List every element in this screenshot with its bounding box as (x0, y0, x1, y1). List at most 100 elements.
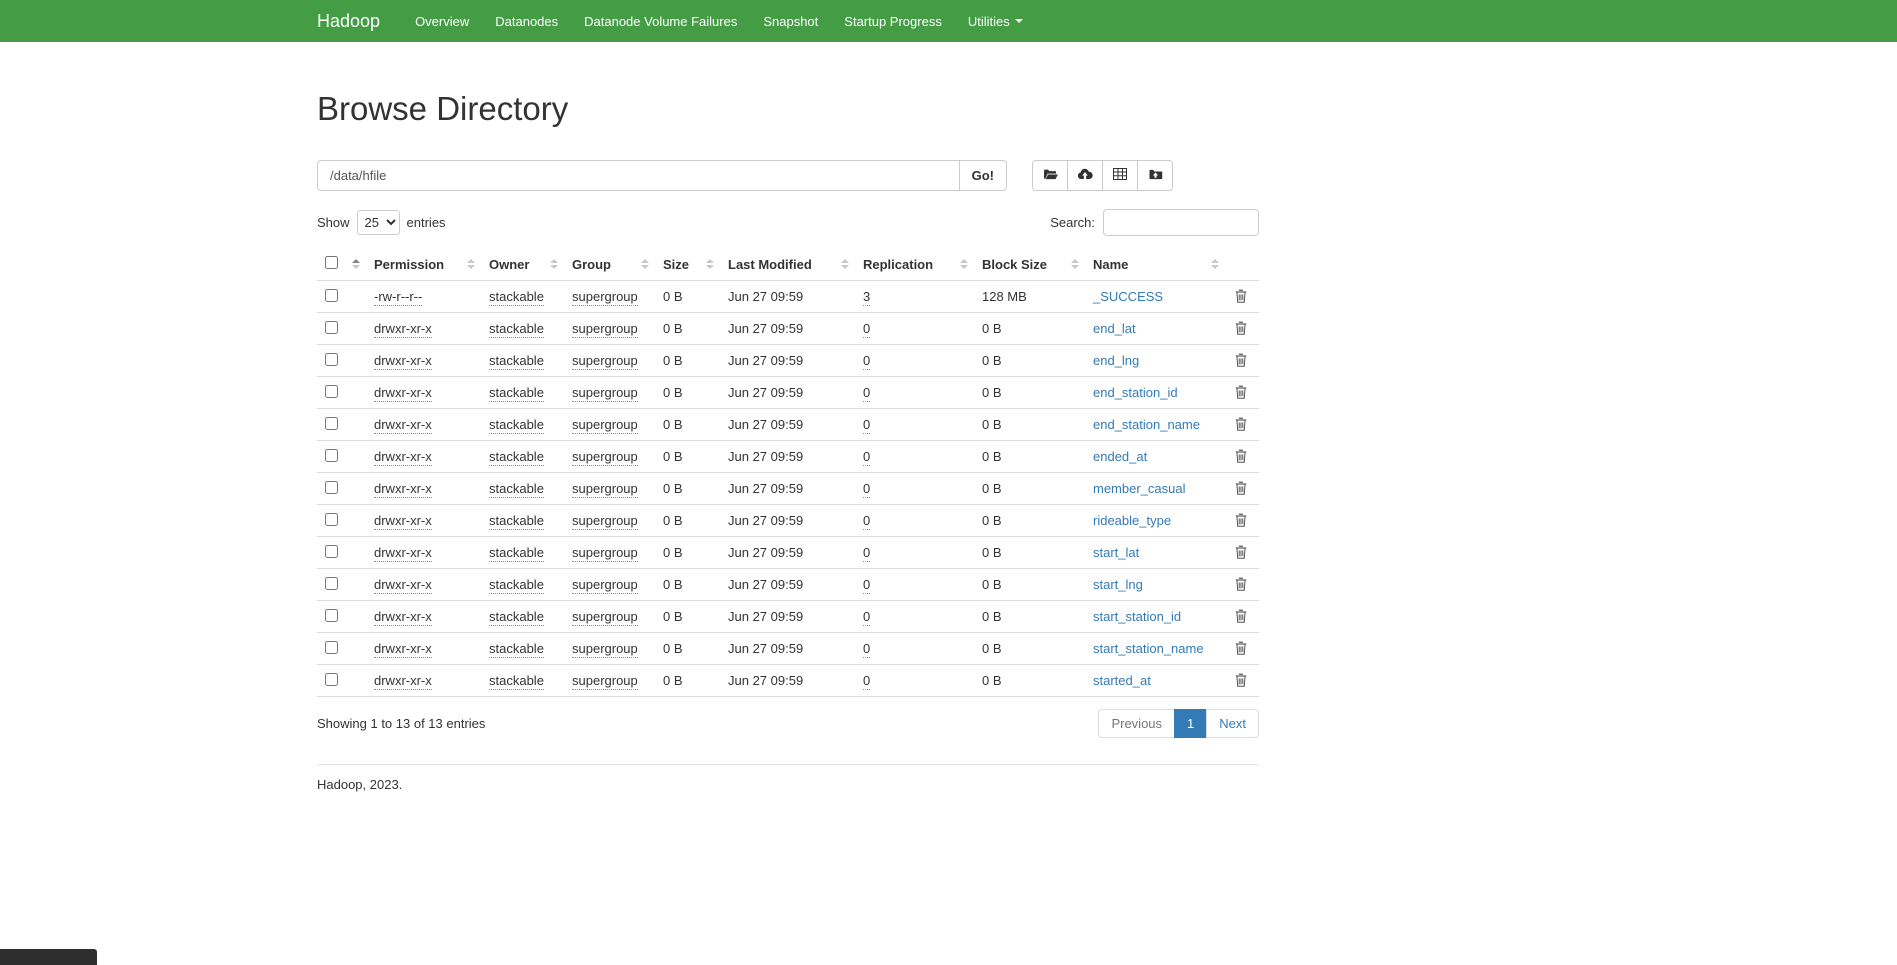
row-checkbox[interactable] (325, 673, 338, 686)
header-permission[interactable]: Permission (366, 248, 481, 281)
size-cell: 0 B (655, 345, 720, 377)
directory-path-input[interactable] (317, 160, 960, 191)
file-name-link[interactable]: start_station_id (1093, 609, 1181, 624)
header-block-size[interactable]: Block Size (974, 248, 1085, 281)
group-cell: supergroup (572, 673, 638, 690)
trash-icon (1235, 387, 1247, 402)
file-name-link[interactable]: end_lat (1093, 321, 1136, 336)
move-button[interactable] (1137, 160, 1173, 191)
page-size-select[interactable]: 25 (357, 210, 400, 235)
delete-button[interactable] (1233, 447, 1249, 465)
grid-icon (1113, 168, 1127, 183)
size-cell: 0 B (655, 313, 720, 345)
sort-icon (706, 259, 714, 269)
owner-cell: stackable (489, 545, 544, 562)
block-size-cell: 128 MB (974, 281, 1085, 313)
header-last-modified[interactable]: Last Modified (720, 248, 855, 281)
go-button[interactable]: Go! (959, 160, 1007, 191)
delete-button[interactable] (1233, 351, 1249, 369)
nav-snapshot[interactable]: Snapshot (750, 0, 831, 42)
file-name-link[interactable]: rideable_type (1093, 513, 1171, 528)
delete-button[interactable] (1233, 543, 1249, 561)
last-modified-cell: Jun 27 09:59 (720, 441, 855, 473)
group-cell: supergroup (572, 321, 638, 338)
nav-startup-progress[interactable]: Startup Progress (831, 0, 955, 42)
nav-overview[interactable]: Overview (402, 0, 482, 42)
block-size-cell: 0 B (974, 537, 1085, 569)
create-directory-button[interactable] (1032, 160, 1068, 191)
group-cell: supergroup (572, 609, 638, 626)
header-group[interactable]: Group (564, 248, 655, 281)
row-checkbox[interactable] (325, 577, 338, 590)
replication-cell: 0 (863, 577, 870, 594)
replication-cell: 3 (863, 289, 870, 306)
replication-cell: 0 (863, 417, 870, 434)
row-checkbox[interactable] (325, 321, 338, 334)
pagination-previous[interactable]: Previous (1098, 709, 1175, 738)
nav-datanodes[interactable]: Datanodes (482, 0, 571, 42)
group-cell: supergroup (572, 289, 638, 306)
header-name[interactable]: Name (1085, 248, 1225, 281)
file-name-link[interactable]: _SUCCESS (1093, 289, 1163, 304)
delete-button[interactable] (1233, 479, 1249, 497)
brand-hadoop[interactable]: Hadoop (317, 11, 380, 32)
last-modified-cell: Jun 27 09:59 (720, 409, 855, 441)
permission-cell: drwxr-xr-x (374, 449, 432, 466)
permission-cell: drwxr-xr-x (374, 513, 432, 530)
row-checkbox[interactable] (325, 289, 338, 302)
row-checkbox[interactable] (325, 513, 338, 526)
delete-button[interactable] (1233, 671, 1249, 689)
header-owner[interactable]: Owner (481, 248, 564, 281)
row-checkbox[interactable] (325, 417, 338, 430)
delete-button[interactable] (1233, 383, 1249, 401)
pagination-next[interactable]: Next (1207, 709, 1259, 738)
file-name-link[interactable]: start_lat (1093, 545, 1139, 560)
delete-button[interactable] (1233, 607, 1249, 625)
file-name-link[interactable]: ended_at (1093, 449, 1147, 464)
file-name-link[interactable]: end_station_id (1093, 385, 1178, 400)
owner-cell: stackable (489, 673, 544, 690)
pagination-page-1[interactable]: 1 (1175, 709, 1207, 738)
file-name-link[interactable]: start_station_name (1093, 641, 1204, 656)
row-checkbox[interactable] (325, 545, 338, 558)
row-checkbox[interactable] (325, 641, 338, 654)
navbar: Hadoop Overview Datanodes Datanode Volum… (0, 0, 1897, 42)
browser-status-bubble (0, 949, 97, 965)
sort-icon (1071, 259, 1079, 269)
file-name-link[interactable]: member_casual (1093, 481, 1186, 496)
nav-utilities-dropdown[interactable]: Utilities (955, 0, 1036, 42)
row-checkbox[interactable] (325, 353, 338, 366)
delete-button[interactable] (1233, 319, 1249, 337)
group-cell: supergroup (572, 545, 638, 562)
table-row: drwxr-xr-x stackable supergroup 0 B Jun … (317, 505, 1259, 537)
header-size[interactable]: Size (655, 248, 720, 281)
file-name-link[interactable]: start_lng (1093, 577, 1143, 592)
delete-button[interactable] (1233, 287, 1249, 305)
delete-button[interactable] (1233, 639, 1249, 657)
delete-button[interactable] (1233, 415, 1249, 433)
row-checkbox[interactable] (325, 481, 338, 494)
group-cell: supergroup (572, 449, 638, 466)
upload-files-button[interactable] (1067, 160, 1103, 191)
nav-datanode-volume-failures[interactable]: Datanode Volume Failures (571, 0, 750, 42)
owner-cell: stackable (489, 417, 544, 434)
size-cell: 0 B (655, 441, 720, 473)
table-row: drwxr-xr-x stackable supergroup 0 B Jun … (317, 633, 1259, 665)
permission-cell: drwxr-xr-x (374, 609, 432, 626)
select-all-checkbox[interactable] (325, 256, 338, 269)
permission-cell: drwxr-xr-x (374, 481, 432, 498)
row-checkbox[interactable] (325, 449, 338, 462)
row-checkbox[interactable] (325, 609, 338, 622)
group-cell: supergroup (572, 385, 638, 402)
search-input[interactable] (1103, 209, 1259, 236)
file-name-link[interactable]: end_lng (1093, 353, 1139, 368)
delete-button[interactable] (1233, 511, 1249, 529)
file-name-link[interactable]: end_station_name (1093, 417, 1200, 432)
header-replication[interactable]: Replication (855, 248, 974, 281)
row-checkbox[interactable] (325, 385, 338, 398)
header-select-all[interactable] (317, 248, 366, 281)
delete-button[interactable] (1233, 575, 1249, 593)
set-quota-button[interactable] (1102, 160, 1138, 191)
file-name-link[interactable]: started_at (1093, 673, 1151, 688)
table-row: drwxr-xr-x stackable supergroup 0 B Jun … (317, 377, 1259, 409)
